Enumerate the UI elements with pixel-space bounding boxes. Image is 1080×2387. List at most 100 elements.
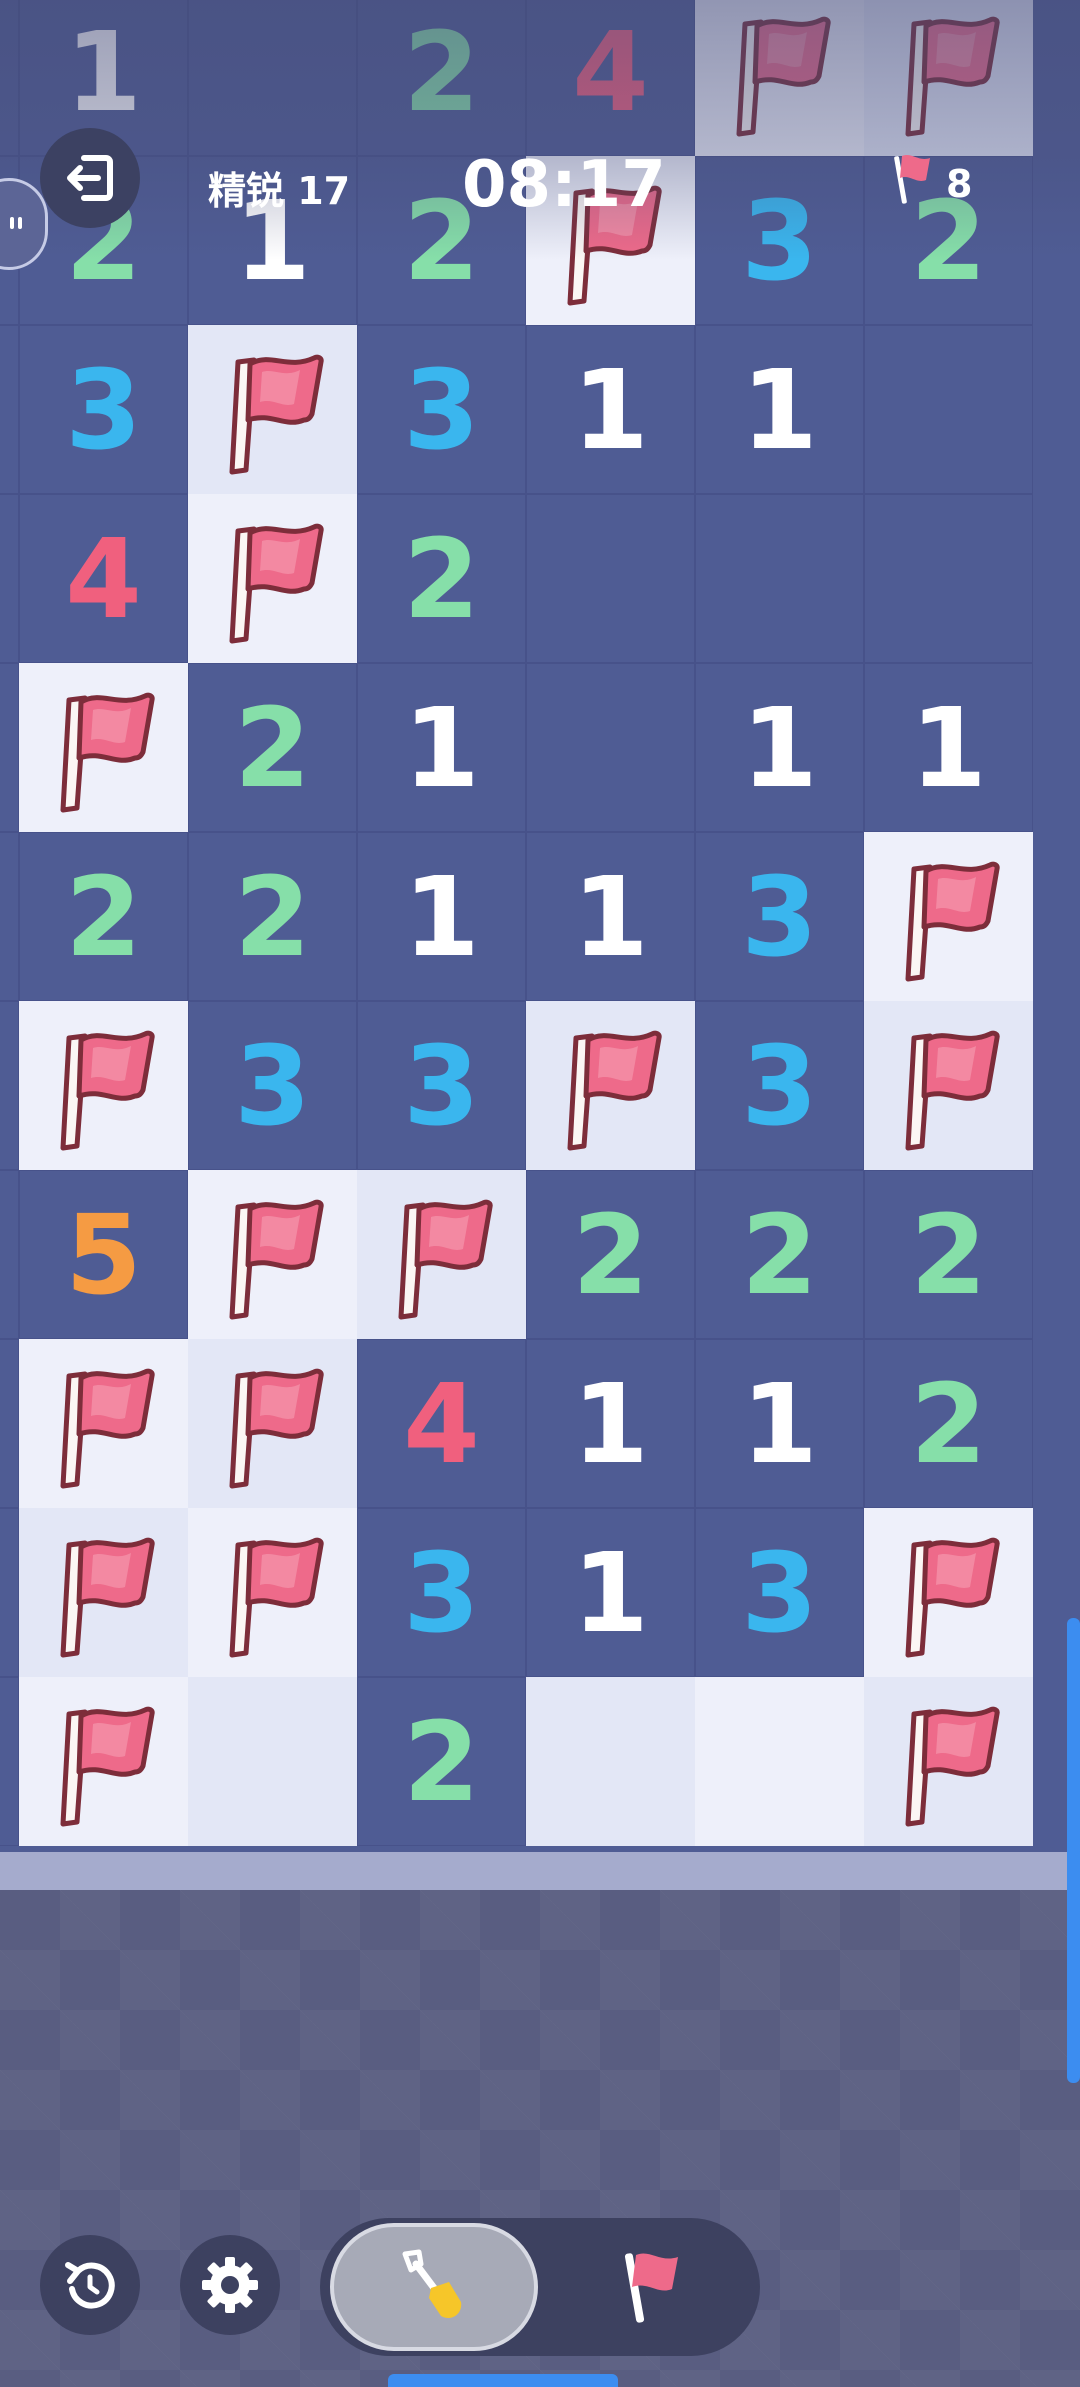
revealed-cell[interactable] xyxy=(526,1677,695,1846)
empty-cell[interactable] xyxy=(864,325,1033,494)
empty-cell[interactable] xyxy=(0,494,19,663)
chat-button[interactable] xyxy=(0,178,48,270)
number-cell[interactable]: 2 xyxy=(864,1170,1033,1339)
number-cell[interactable]: 3 xyxy=(357,325,526,494)
flagged-cell[interactable] xyxy=(19,1677,188,1846)
flag-icon xyxy=(229,1368,324,1488)
empty-cell[interactable] xyxy=(0,1170,19,1339)
flags-remaining: 8 xyxy=(946,162,973,206)
flag-icon xyxy=(60,1030,155,1150)
number-cell[interactable]: 4 xyxy=(357,1339,526,1508)
exit-button[interactable] xyxy=(40,128,140,228)
dig-mode-button[interactable] xyxy=(330,2223,538,2351)
number-cell[interactable]: 1 xyxy=(357,832,526,1001)
flag-icon xyxy=(60,1706,155,1826)
empty-cell[interactable] xyxy=(526,494,695,663)
number-cell[interactable]: 1 xyxy=(695,663,864,832)
empty-cell[interactable] xyxy=(526,663,695,832)
board-bottom-edge xyxy=(0,1852,1068,1890)
number-cell[interactable]: 3 xyxy=(19,325,188,494)
flag-icon xyxy=(905,1537,1000,1657)
flagged-cell[interactable] xyxy=(188,1170,357,1339)
number-cell[interactable]: 1 xyxy=(695,325,864,494)
flagged-cell[interactable] xyxy=(864,1001,1033,1170)
cell-number: 3 xyxy=(234,1021,311,1150)
empty-cell[interactable] xyxy=(0,1339,19,1508)
revealed-cell[interactable] xyxy=(695,1677,864,1846)
settings-button[interactable] xyxy=(180,2235,280,2335)
flagged-cell[interactable] xyxy=(864,1508,1033,1677)
cell-number: 5 xyxy=(65,1190,142,1319)
minefield-grid[interactable]: 12421232331142211122113333522241123132 xyxy=(0,0,1080,1852)
number-cell[interactable]: 3 xyxy=(357,1001,526,1170)
empty-cell[interactable] xyxy=(0,1001,19,1170)
flag-mode-button[interactable] xyxy=(570,2223,740,2351)
number-cell[interactable]: 1 xyxy=(864,663,1033,832)
mode-toggle[interactable] xyxy=(320,2218,760,2356)
flagged-cell[interactable] xyxy=(19,1001,188,1170)
cell-number: 3 xyxy=(65,345,142,474)
level-label: 精锐 17 xyxy=(208,169,351,213)
number-cell[interactable]: 2 xyxy=(19,832,188,1001)
cell-number: 1 xyxy=(403,683,480,812)
number-cell[interactable]: 3 xyxy=(695,1001,864,1170)
number-cell[interactable]: 2 xyxy=(188,663,357,832)
number-cell[interactable]: 1 xyxy=(526,325,695,494)
flag-icon xyxy=(229,523,324,643)
cell-number: 1 xyxy=(572,852,649,981)
cell-number: 2 xyxy=(572,1190,649,1319)
empty-cell[interactable] xyxy=(0,325,19,494)
flagged-cell[interactable] xyxy=(188,325,357,494)
number-cell[interactable]: 1 xyxy=(695,1339,864,1508)
game-board[interactable]: 12421232331142211122113333522241123132 xyxy=(0,0,1080,1852)
flagged-cell[interactable] xyxy=(188,1508,357,1677)
number-cell[interactable]: 1 xyxy=(526,832,695,1001)
scrollbar[interactable] xyxy=(1067,1618,1080,2083)
number-cell[interactable]: 1 xyxy=(357,663,526,832)
cell-number: 2 xyxy=(403,514,480,643)
number-cell[interactable]: 2 xyxy=(188,832,357,1001)
cell-number: 1 xyxy=(403,852,480,981)
exit-icon xyxy=(67,155,113,201)
cell-number: 4 xyxy=(403,1359,480,1488)
cell-number: 1 xyxy=(741,683,818,812)
flagged-cell[interactable] xyxy=(526,1001,695,1170)
empty-cell[interactable] xyxy=(864,494,1033,663)
number-cell[interactable]: 2 xyxy=(357,494,526,663)
cell-number: 3 xyxy=(741,1021,818,1150)
flagged-cell[interactable] xyxy=(188,494,357,663)
flagged-cell[interactable] xyxy=(19,1508,188,1677)
flagged-cell[interactable] xyxy=(864,1677,1033,1846)
number-cell[interactable]: 3 xyxy=(695,1508,864,1677)
flag-icon xyxy=(229,354,324,474)
flagged-cell[interactable] xyxy=(19,663,188,832)
number-cell[interactable]: 2 xyxy=(864,1339,1033,1508)
number-cell[interactable]: 4 xyxy=(19,494,188,663)
flagged-cell[interactable] xyxy=(864,832,1033,1001)
number-cell[interactable]: 3 xyxy=(357,1508,526,1677)
empty-cell[interactable] xyxy=(695,494,864,663)
empty-cell[interactable] xyxy=(0,663,19,832)
number-cell[interactable]: 2 xyxy=(526,1170,695,1339)
flagged-cell[interactable] xyxy=(19,1339,188,1508)
empty-cell[interactable] xyxy=(0,1508,19,1677)
number-cell[interactable]: 5 xyxy=(19,1170,188,1339)
flagged-cell[interactable] xyxy=(188,1339,357,1508)
number-cell[interactable]: 1 xyxy=(526,1339,695,1508)
cell-number: 1 xyxy=(741,345,818,474)
undo-button[interactable] xyxy=(40,2235,140,2335)
number-cell[interactable]: 3 xyxy=(188,1001,357,1170)
revealed-cell[interactable] xyxy=(188,1677,357,1846)
number-cell[interactable]: 1 xyxy=(526,1508,695,1677)
cell-number: 3 xyxy=(741,1528,818,1657)
cell-number: 2 xyxy=(234,683,311,812)
flag-icon xyxy=(60,1537,155,1657)
empty-cell[interactable] xyxy=(0,832,19,1001)
number-cell[interactable]: 2 xyxy=(695,1170,864,1339)
number-cell[interactable]: 2 xyxy=(357,1677,526,1846)
flagged-cell[interactable] xyxy=(357,1170,526,1339)
cell-number: 2 xyxy=(910,1190,987,1319)
flag-icon xyxy=(905,1030,1000,1150)
number-cell[interactable]: 3 xyxy=(695,832,864,1001)
empty-cell[interactable] xyxy=(0,1677,19,1846)
